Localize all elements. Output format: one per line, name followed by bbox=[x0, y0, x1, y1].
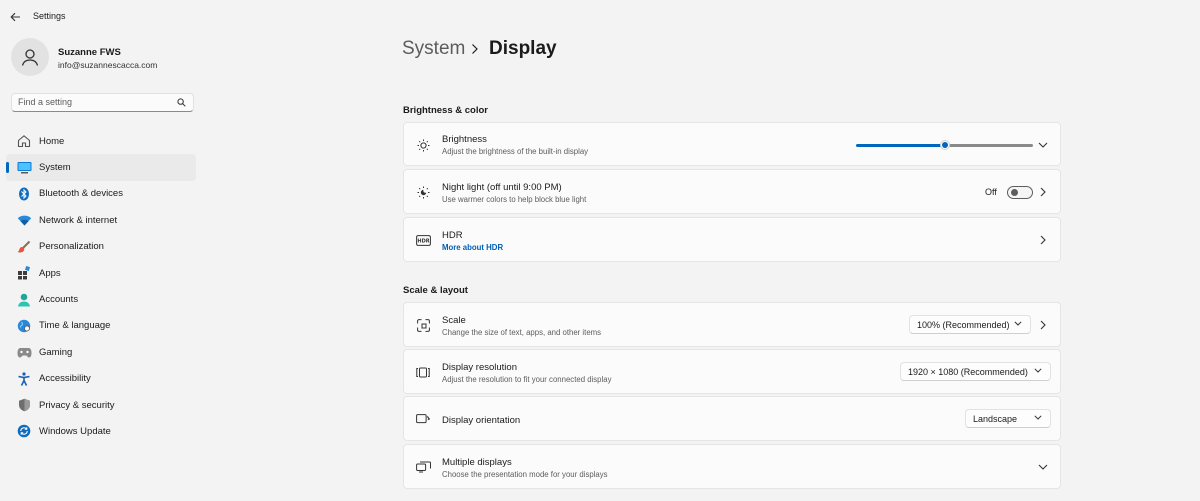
update-icon bbox=[16, 423, 32, 439]
user-email: info@suzannescacca.com bbox=[58, 60, 158, 70]
multiple-displays-icon bbox=[415, 459, 431, 475]
sidebar-item-time-language[interactable]: Time & language bbox=[6, 313, 196, 339]
accounts-icon bbox=[16, 292, 32, 308]
sidebar-nav: Home System Bluetooth & devices Network … bbox=[6, 128, 196, 445]
brightness-icon bbox=[415, 137, 431, 153]
orientation-title: Display orientation bbox=[442, 415, 521, 426]
expand-chevron-icon[interactable] bbox=[1037, 139, 1049, 151]
app-title: Settings bbox=[33, 11, 66, 21]
sidebar-item-personalization[interactable]: Personalization bbox=[6, 234, 196, 260]
sidebar-item-bluetooth[interactable]: Bluetooth & devices bbox=[6, 181, 196, 207]
multiple-displays-card[interactable]: Multiple displays Choose the presentatio… bbox=[403, 444, 1061, 489]
globe-icon bbox=[16, 318, 32, 334]
sidebar-item-windows-update[interactable]: Windows Update bbox=[6, 418, 196, 444]
scale-card[interactable]: Scale Change the size of text, apps, and… bbox=[403, 302, 1061, 347]
night-light-state: Off bbox=[985, 187, 997, 197]
user-name: Suzanne FWS bbox=[58, 47, 121, 58]
sidebar-item-label: System bbox=[39, 162, 71, 174]
search-input[interactable] bbox=[18, 97, 168, 107]
svg-text:HDR: HDR bbox=[417, 238, 429, 244]
hdr-title: HDR bbox=[442, 230, 463, 241]
hdr-link[interactable]: More about HDR bbox=[442, 243, 503, 252]
sidebar-item-label: Apps bbox=[39, 267, 61, 279]
resolution-dropdown-value: 1920 × 1080 (Recommended) bbox=[908, 366, 1028, 377]
hdr-card[interactable]: HDR HDR More about HDR bbox=[403, 217, 1061, 262]
shield-icon bbox=[16, 397, 32, 413]
system-icon bbox=[16, 160, 32, 176]
apps-icon bbox=[16, 265, 32, 281]
back-button[interactable] bbox=[6, 8, 24, 26]
search-icon[interactable] bbox=[177, 98, 186, 107]
orientation-card[interactable]: Display orientation Landscape bbox=[403, 396, 1061, 441]
chevron-down-icon bbox=[1034, 368, 1042, 373]
sidebar-item-home[interactable]: Home bbox=[6, 128, 196, 154]
resolution-dropdown[interactable]: 1920 × 1080 (Recommended) bbox=[900, 362, 1051, 381]
night-light-title: Night light (off until 9:00 PM) bbox=[442, 182, 562, 193]
orientation-icon bbox=[415, 411, 431, 427]
page-title: Display bbox=[489, 38, 557, 59]
night-light-icon bbox=[415, 184, 431, 200]
sidebar-item-label: Accessibility bbox=[39, 373, 91, 385]
sidebar-item-label: Bluetooth & devices bbox=[39, 188, 123, 200]
sidebar-item-system[interactable]: System bbox=[6, 154, 196, 181]
sidebar-item-accessibility[interactable]: Accessibility bbox=[6, 366, 196, 392]
brightness-slider-thumb[interactable] bbox=[939, 140, 950, 150]
resolution-subtitle: Adjust the resolution to fit your connec… bbox=[442, 375, 612, 384]
sidebar-item-network[interactable]: Network & internet bbox=[6, 207, 196, 233]
back-arrow-icon bbox=[9, 12, 20, 22]
brightness-subtitle: Adjust the brightness of the built-in di… bbox=[442, 147, 589, 156]
accessibility-icon bbox=[16, 371, 32, 387]
expand-chevron-icon[interactable] bbox=[1037, 461, 1049, 473]
hdr-icon: HDR bbox=[415, 232, 431, 248]
resolution-title: Display resolution bbox=[442, 362, 517, 373]
multiple-displays-title: Multiple displays bbox=[442, 457, 512, 468]
avatar[interactable] bbox=[11, 38, 49, 76]
sidebar-item-label: Gaming bbox=[39, 346, 73, 358]
scale-dropdown[interactable]: 100% (Recommended) bbox=[909, 315, 1031, 334]
section-title-scale-layout: Scale & layout bbox=[403, 285, 468, 296]
orientation-dropdown-value: Landscape bbox=[973, 413, 1018, 424]
brush-icon bbox=[16, 239, 32, 255]
resolution-icon bbox=[415, 364, 431, 380]
scale-icon bbox=[415, 317, 431, 333]
gamepad-icon bbox=[16, 344, 32, 360]
resolution-card[interactable]: Display resolution Adjust the resolution… bbox=[403, 349, 1061, 394]
chevron-down-icon bbox=[1034, 415, 1042, 420]
section-title-brightness-color: Brightness & color bbox=[403, 105, 488, 116]
brightness-card[interactable]: Brightness Adjust the brightness of the … bbox=[403, 122, 1061, 166]
breadcrumb-chevron-icon bbox=[472, 44, 478, 54]
bluetooth-icon bbox=[16, 186, 32, 202]
chevron-right-icon[interactable] bbox=[1037, 186, 1049, 198]
brightness-title: Brightness bbox=[442, 134, 487, 145]
sidebar-item-apps[interactable]: Apps bbox=[6, 260, 196, 286]
chevron-down-icon bbox=[1014, 321, 1022, 326]
sidebar-item-label: Privacy & security bbox=[39, 399, 115, 411]
chevron-right-icon[interactable] bbox=[1037, 319, 1049, 331]
sidebar-item-label: Windows Update bbox=[39, 425, 111, 437]
sidebar-item-label: Personalization bbox=[39, 241, 104, 253]
brightness-slider-fill bbox=[856, 144, 942, 147]
brightness-slider-track bbox=[948, 144, 1033, 147]
scale-title: Scale bbox=[442, 315, 466, 326]
search-box[interactable] bbox=[11, 93, 194, 112]
home-icon bbox=[16, 133, 32, 149]
sidebar-item-label: Network & internet bbox=[39, 214, 118, 226]
multiple-displays-subtitle: Choose the presentation mode for your di… bbox=[442, 470, 608, 479]
wifi-icon bbox=[16, 212, 32, 228]
chevron-right-icon[interactable] bbox=[1037, 234, 1049, 246]
night-light-card[interactable]: Night light (off until 9:00 PM) Use warm… bbox=[403, 169, 1061, 214]
sidebar-item-privacy[interactable]: Privacy & security bbox=[6, 392, 196, 418]
sidebar-item-accounts[interactable]: Accounts bbox=[6, 286, 196, 312]
sidebar-item-label: Accounts bbox=[39, 294, 79, 306]
breadcrumb-parent[interactable]: System bbox=[402, 38, 465, 60]
scale-dropdown-value: 100% (Recommended) bbox=[917, 319, 1010, 330]
night-light-subtitle: Use warmer colors to help block blue lig… bbox=[442, 195, 587, 204]
sidebar-item-gaming[interactable]: Gaming bbox=[6, 339, 196, 365]
orientation-dropdown[interactable]: Landscape bbox=[965, 409, 1051, 428]
scale-subtitle: Change the size of text, apps, and other… bbox=[442, 328, 602, 337]
sidebar-item-label: Time & language bbox=[39, 320, 111, 332]
sidebar-item-label: Home bbox=[39, 135, 65, 147]
night-light-toggle[interactable] bbox=[1007, 186, 1033, 199]
user-icon bbox=[21, 49, 39, 66]
